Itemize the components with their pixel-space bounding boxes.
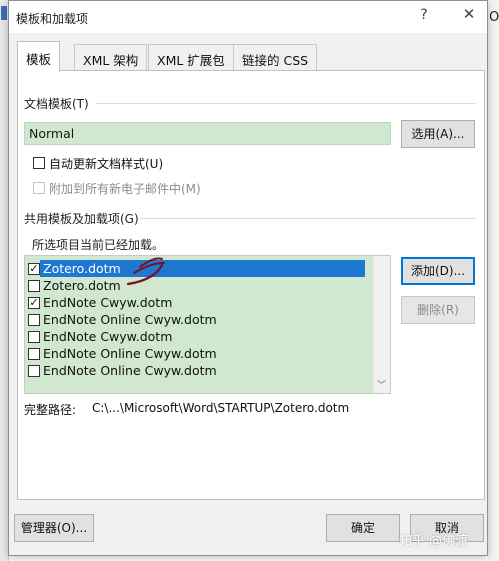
- checkbox-unchecked-icon[interactable]: [28, 314, 40, 326]
- list-item[interactable]: EndNote Online Cwyw.dotm: [25, 345, 367, 362]
- title-bar: 模板和加载项 ? ✕: [9, 1, 487, 33]
- attach-email-checkbox: [33, 182, 45, 194]
- document-template-label: 文档模板(T): [24, 97, 89, 111]
- document-template-field[interactable]: Normal: [24, 122, 391, 145]
- chevron-down-icon[interactable]: ﹀: [377, 378, 386, 391]
- list-item[interactable]: ✓ Zotero.dotm: [25, 260, 367, 277]
- tab-xml-expansion-packs[interactable]: XML 扩展包: [148, 44, 234, 70]
- list-item[interactable]: EndNote Cwyw.dotm: [25, 328, 367, 345]
- background-text-fragment: O: [489, 10, 499, 25]
- list-item-label: EndNote Online Cwyw.dotm: [43, 312, 217, 327]
- list-item[interactable]: EndNote Online Cwyw.dotm: [25, 311, 367, 328]
- organizer-button[interactable]: 管理器(O)...: [14, 514, 94, 542]
- section-divider: [96, 103, 476, 104]
- global-templates-label: 共用模板及加载项(G): [24, 212, 139, 226]
- full-path-value: C:\...\Microsoft\Word\STARTUP\Zotero.dot…: [92, 401, 350, 415]
- watermark: 知乎 @佛渡: [399, 534, 469, 549]
- help-button[interactable]: ?: [413, 7, 435, 27]
- list-scrollbar[interactable]: ﹀: [373, 256, 390, 393]
- attach-email-label: 附加到所有新电子邮件中(M): [49, 182, 201, 196]
- background-blue-fragment: [1, 6, 7, 20]
- auto-update-checkbox[interactable]: [33, 157, 45, 169]
- tab-linked-css[interactable]: 链接的 CSS: [233, 44, 318, 70]
- list-item-label: EndNote Cwyw.dotm: [43, 295, 173, 310]
- checkbox-unchecked-icon[interactable]: [28, 365, 40, 377]
- checkbox-unchecked-icon[interactable]: [28, 280, 40, 292]
- global-templates-list[interactable]: ✓ Zotero.dotm Zotero.dotm ✓ EndNote Cwyw…: [24, 255, 391, 394]
- list-item[interactable]: ✓ EndNote Cwyw.dotm: [25, 294, 367, 311]
- section-divider: [140, 218, 476, 219]
- tab-templates[interactable]: 模板: [17, 41, 61, 72]
- list-item-label: EndNote Online Cwyw.dotm: [43, 346, 217, 361]
- attach-button[interactable]: 选用(A)...: [401, 120, 475, 148]
- loaded-items-hint: 所选项目当前已经加载。: [32, 238, 165, 252]
- list-item-label: Zotero.dotm: [43, 278, 121, 293]
- tab-xml-schema[interactable]: XML 架构: [74, 44, 148, 70]
- background-window-right-edge: O: [488, 0, 499, 561]
- list-item-label: Zotero.dotm: [43, 261, 121, 276]
- list-item-label: EndNote Online Cwyw.dotm: [43, 363, 217, 378]
- document-template-value: Normal: [29, 126, 75, 141]
- full-path-label: 完整路径:: [24, 403, 77, 417]
- add-button[interactable]: 添加(D)...: [401, 257, 475, 285]
- list-item-label: EndNote Cwyw.dotm: [43, 329, 173, 344]
- dialog-title: 模板和加载项: [16, 12, 89, 26]
- checkbox-checked-icon[interactable]: ✓: [28, 297, 40, 309]
- ok-button[interactable]: 确定: [326, 514, 400, 542]
- auto-update-label: 自动更新文档样式(U): [49, 157, 164, 171]
- remove-button: 删除(R): [401, 296, 475, 324]
- list-item[interactable]: Zotero.dotm: [25, 277, 367, 294]
- checkbox-unchecked-icon[interactable]: [28, 348, 40, 360]
- close-button[interactable]: ✕: [457, 5, 481, 27]
- checkbox-checked-icon[interactable]: ✓: [28, 263, 40, 275]
- checkbox-unchecked-icon[interactable]: [28, 331, 40, 343]
- list-item[interactable]: EndNote Online Cwyw.dotm: [25, 362, 367, 379]
